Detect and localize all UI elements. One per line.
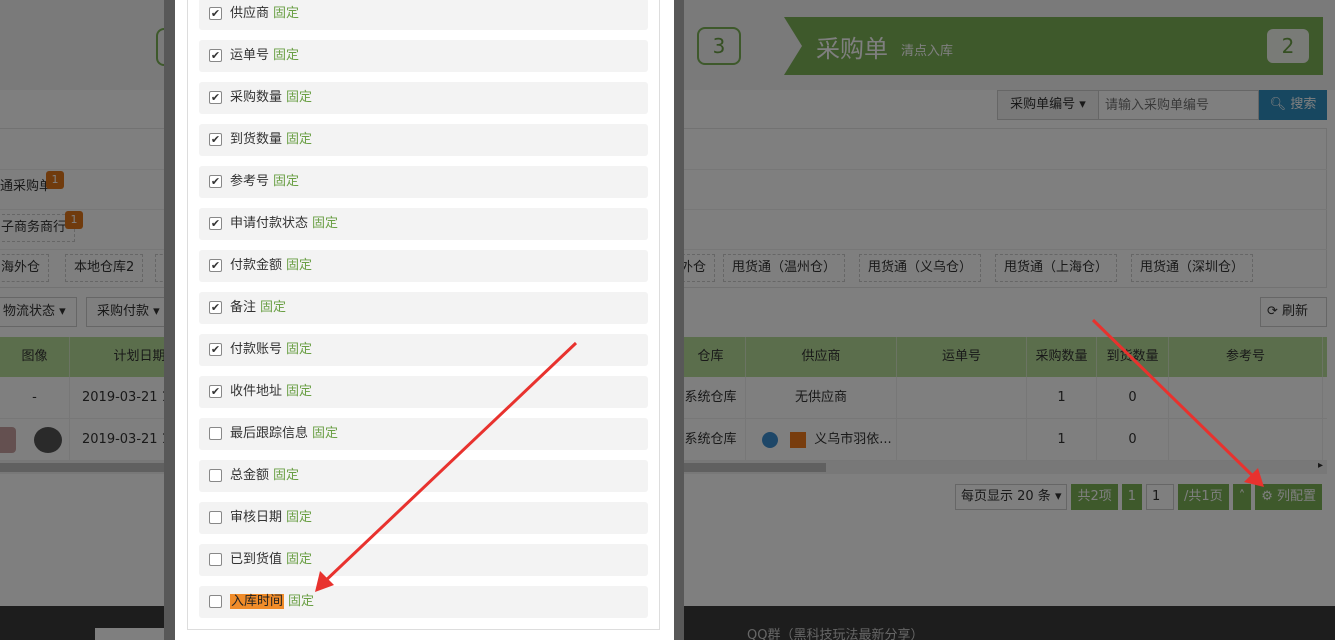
annotation-arrows [315, 318, 1264, 592]
annotation-arrow-right [1091, 318, 1259, 482]
annotation-arrow-left [320, 341, 578, 586]
